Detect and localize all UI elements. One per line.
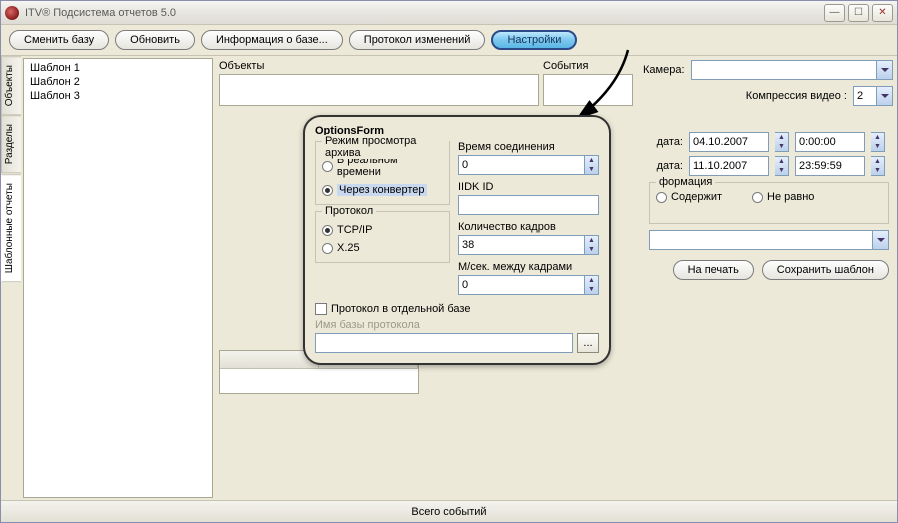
time-spinner[interactable]: ▲▼	[871, 156, 885, 176]
info-combo[interactable]	[649, 230, 889, 250]
side-tab-templates[interactable]: Шаблонные отчеты	[1, 174, 21, 282]
list-item[interactable]: Шаблон 1	[26, 61, 210, 75]
minimize-button[interactable]: —	[824, 4, 845, 22]
date-spinner[interactable]: ▲▼	[775, 156, 789, 176]
status-total: Всего событий	[411, 506, 486, 518]
chevron-down-icon[interactable]	[876, 87, 892, 105]
frame-interval-spinner[interactable]: ▲▼	[585, 275, 599, 295]
frame-interval-input[interactable]: 0	[458, 275, 585, 295]
conn-time-label: Время соединения	[458, 141, 599, 153]
x25-radio[interactable]: X.25	[322, 242, 443, 254]
statusbar: Всего событий	[1, 500, 897, 522]
time-spinner[interactable]: ▲▼	[871, 132, 885, 152]
settings-button[interactable]: Настройки	[491, 30, 577, 50]
frame-count-spinner[interactable]: ▲▼	[585, 235, 599, 255]
browse-button[interactable]: ...	[577, 333, 599, 353]
change-base-button[interactable]: Сменить базу	[9, 30, 109, 50]
notequal-radio[interactable]: Не равно	[752, 191, 814, 203]
objects-label: Объекты	[219, 60, 539, 72]
date-spinner[interactable]: ▲▼	[775, 132, 789, 152]
list-item[interactable]: Шаблон 2	[26, 75, 210, 89]
end-time-field[interactable]: 23:59:59	[795, 156, 865, 176]
start-date-field[interactable]: 04.10.2007	[689, 132, 769, 152]
end-date-label: дата:	[649, 160, 683, 172]
compression-value: 2	[854, 90, 863, 102]
events-box[interactable]	[543, 74, 633, 106]
converter-radio[interactable]: Через конвертер	[322, 184, 443, 196]
side-tabs: Объекты Разделы Шаблонные отчеты	[1, 56, 21, 500]
template-list[interactable]: Шаблон 1 Шаблон 2 Шаблон 3	[23, 58, 213, 498]
frame-count-label: Количество кадров	[458, 221, 599, 233]
side-tab-sections[interactable]: Разделы	[1, 115, 21, 173]
app-icon	[5, 6, 19, 20]
events-label: События	[543, 60, 633, 72]
window-title: ITV® Подсистема отчетов 5.0	[25, 7, 176, 19]
list-item[interactable]: Шаблон 3	[26, 89, 210, 103]
maximize-button[interactable]: ☐	[848, 4, 869, 22]
iidk-label: IIDK ID	[458, 181, 599, 193]
compression-combo[interactable]: 2	[853, 86, 893, 106]
refresh-button[interactable]: Обновить	[115, 30, 195, 50]
tcpip-radio[interactable]: TCP/IP	[322, 224, 443, 236]
camera-label: Камера:	[643, 64, 685, 76]
print-button[interactable]: На печать	[673, 260, 754, 280]
chevron-down-icon[interactable]	[876, 61, 892, 79]
chevron-down-icon[interactable]	[872, 231, 888, 249]
db-name-label: Имя базы протокола	[315, 319, 599, 331]
info-legend: формация	[656, 176, 715, 188]
objects-box[interactable]	[219, 74, 539, 106]
toolbar: Сменить базу Обновить Информация о базе.…	[1, 25, 897, 55]
titlebar: ITV® Подсистема отчетов 5.0 — ☐ ✕	[1, 1, 897, 25]
conn-time-spinner[interactable]: ▲▼	[585, 155, 599, 175]
options-dialog: OptionsForm Режим просмотра архива В реа…	[303, 115, 611, 365]
start-date-label: дата:	[649, 136, 683, 148]
end-date-field[interactable]: 11.10.2007	[689, 156, 769, 176]
archive-mode-legend: Режим просмотра архива	[322, 135, 449, 159]
frame-interval-label: М/сек. между кадрами	[458, 261, 599, 273]
contains-radio[interactable]: Содержит	[656, 191, 722, 203]
frame-count-input[interactable]: 38	[458, 235, 585, 255]
protocol-legend: Протокол	[322, 205, 376, 217]
db-info-button[interactable]: Информация о базе...	[201, 30, 343, 50]
protocol-button[interactable]: Протокол изменений	[349, 30, 486, 50]
close-button[interactable]: ✕	[872, 4, 893, 22]
compression-label: Компрессия видео :	[746, 90, 847, 102]
db-name-input[interactable]	[315, 333, 573, 353]
side-tab-objects[interactable]: Объекты	[1, 56, 21, 115]
save-template-button[interactable]: Сохранить шаблон	[762, 260, 889, 280]
start-time-field[interactable]: 0:00:00	[795, 132, 865, 152]
iidk-input[interactable]	[458, 195, 599, 215]
camera-combo[interactable]	[691, 60, 894, 80]
conn-time-input[interactable]: 0	[458, 155, 585, 175]
separate-db-check[interactable]: Протокол в отдельной базе	[315, 303, 599, 315]
